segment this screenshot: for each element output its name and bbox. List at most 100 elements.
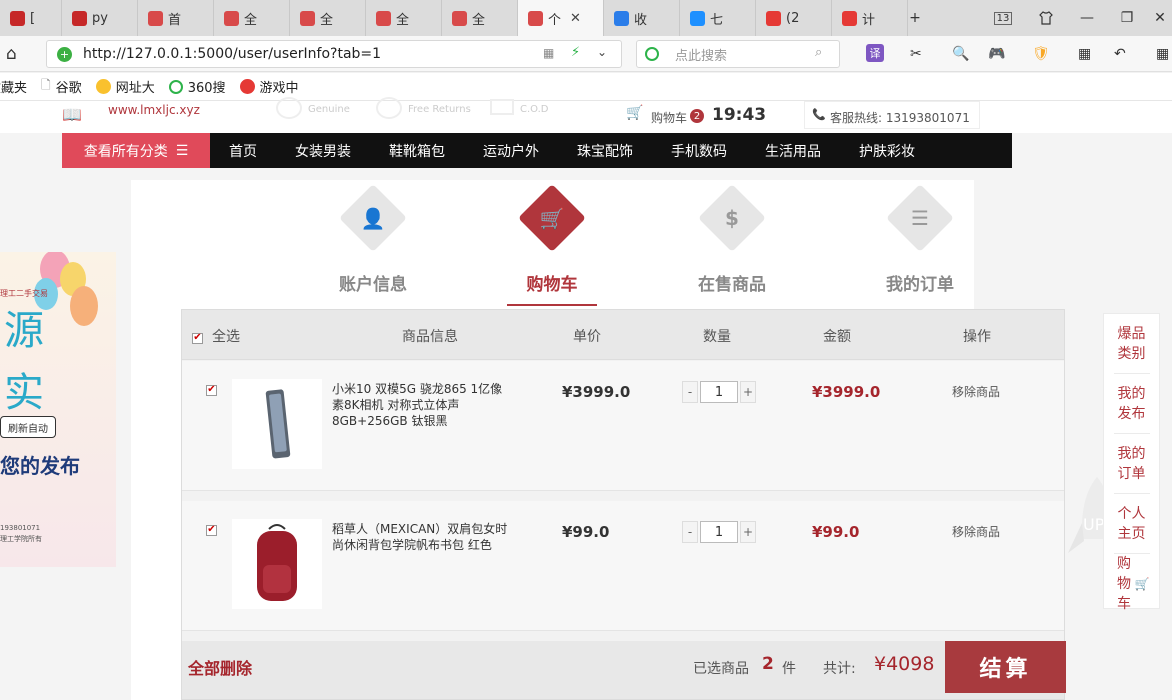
scissors-icon[interactable]: ✂ xyxy=(910,44,922,64)
tab-count-badge[interactable]: 13 xyxy=(990,0,1016,36)
bookmark-url-nav[interactable]: 网址大 xyxy=(95,77,155,96)
select-all-checkbox[interactable]: ✔ xyxy=(192,328,203,344)
nav-clothing[interactable]: 女装男装 xyxy=(276,133,370,168)
tab-account-info[interactable]: 👤 账户信息 xyxy=(313,184,433,295)
browser-tab[interactable]: 首 xyxy=(138,0,214,36)
checkout-button[interactable]: 结算 xyxy=(945,641,1066,693)
product-name[interactable]: 小米10 双模5G 骁龙865 1亿像素8K相机 对称式立体声 8GB+256G… xyxy=(332,381,508,429)
decrement-button[interactable]: - xyxy=(682,381,698,403)
selected-label: 已选商品 xyxy=(693,661,749,677)
quantity-input[interactable]: 1 xyxy=(700,381,738,403)
nav-daily[interactable]: 生活用品 xyxy=(746,133,840,168)
gamepad-icon[interactable]: 🎮 xyxy=(988,44,1005,64)
browser-tab[interactable]: [ xyxy=(0,0,62,36)
nav-shoes-bags[interactable]: 鞋靴箱包 xyxy=(370,133,464,168)
unit-price: ¥3999.0 xyxy=(562,383,631,401)
product-image[interactable] xyxy=(232,379,322,469)
delete-all-button[interactable]: 全部删除 xyxy=(188,655,252,679)
browser-tab[interactable]: 七 xyxy=(680,0,756,36)
csdn-icon xyxy=(10,10,25,26)
search-input[interactable]: 点此搜索 ⌕ xyxy=(636,40,840,68)
browser-tab[interactable]: 全 xyxy=(442,0,518,36)
product-image[interactable] xyxy=(232,519,322,609)
quantity-stepper: - 1 + xyxy=(682,381,756,403)
yi-icon xyxy=(766,10,781,26)
close-window-button[interactable]: ✕ xyxy=(1148,0,1172,36)
item-checkbox[interactable]: ✔ xyxy=(206,381,217,396)
translate-icon[interactable]: 译 xyxy=(866,44,884,62)
browser-tab[interactable]: 个 ✕ xyxy=(518,0,604,36)
increment-button[interactable]: + xyxy=(740,521,756,543)
tab-shopping-cart[interactable]: 🛒 购物车 xyxy=(492,184,612,306)
tab-on-sale[interactable]: $ 在售商品 xyxy=(672,184,792,295)
side-menu-my-orders[interactable]: 我的订单 xyxy=(1113,434,1150,494)
bookmark-label: 360搜 xyxy=(187,81,226,96)
active-tab-underline xyxy=(507,304,597,306)
remove-item-button[interactable]: 移除商品 xyxy=(952,383,1000,400)
browser-tab[interactable]: 计 xyxy=(832,0,908,36)
nav-home[interactable]: 首页 xyxy=(210,133,276,168)
side-menu-my-posts[interactable]: 我的发布 xyxy=(1113,374,1150,434)
quantity-input[interactable]: 1 xyxy=(700,521,738,543)
apps-icon[interactable]: ▦ xyxy=(1156,44,1169,64)
book-logo-icon: 📖 xyxy=(62,105,82,124)
bookmark-favorites[interactable]: 收藏夹 xyxy=(0,77,27,96)
maximize-button[interactable]: ❐ xyxy=(1112,0,1142,36)
balloon-icon xyxy=(70,286,98,326)
nav-digital[interactable]: 手机数码 xyxy=(652,133,746,168)
search-engine-icon[interactable] xyxy=(645,47,659,61)
shield-icon[interactable]: 🛡 xyxy=(1032,44,1050,64)
product-name[interactable]: 稻草人（MEXICAN）双肩包女时尚休闲背包学院帆布书包 红色 xyxy=(332,521,508,553)
side-menu-hot-categories[interactable]: 爆品类别 xyxy=(1113,314,1150,374)
browser-tab[interactable]: py xyxy=(62,0,138,36)
browser-tab[interactable]: 全 xyxy=(366,0,442,36)
cart-glyph: 🛒 xyxy=(539,206,565,230)
side-menu-profile[interactable]: 个人主页 xyxy=(1113,494,1150,554)
banner-big2: 实 xyxy=(4,370,44,416)
nav-sports[interactable]: 运动户外 xyxy=(464,133,558,168)
qr-icon[interactable]: ▦ xyxy=(543,46,554,60)
close-tab-icon[interactable]: ✕ xyxy=(570,11,581,26)
tab-my-orders[interactable]: ☰ 我的订单 xyxy=(860,184,980,295)
bookmark-360-search[interactable]: 360搜 xyxy=(168,77,226,96)
minimize-button[interactable]: — xyxy=(1072,0,1102,36)
item-checkbox[interactable]: ✔ xyxy=(206,521,217,536)
chevron-down-icon[interactable]: ⌄ xyxy=(597,45,607,59)
banner-footer: 理工学院所有 xyxy=(0,535,42,543)
site-url-logo[interactable]: www.lmxljc.xyz xyxy=(108,103,200,117)
bookmark-game-center[interactable]: 游戏中 xyxy=(239,77,299,96)
search-icon[interactable]: ⌕ xyxy=(815,45,822,60)
shirt-icon[interactable] xyxy=(1032,0,1060,36)
all-categories-label: 查看所有分类 xyxy=(83,143,168,160)
lightning-icon[interactable]: ⚡ xyxy=(571,45,580,60)
site-icon xyxy=(224,10,239,26)
header-cart-label[interactable]: 购物车 xyxy=(651,109,687,126)
select-all-label[interactable]: 全选 xyxy=(212,326,240,346)
site-icon xyxy=(376,10,391,26)
undo-icon[interactable]: ↶ xyxy=(1114,44,1126,64)
banner-refresh-button[interactable]: 刷新自动 xyxy=(0,416,56,438)
browser-tab[interactable]: 全 xyxy=(290,0,366,36)
side-menu-cart[interactable]: 购物车 🛒 xyxy=(1114,554,1149,614)
bookmark-google[interactable]: 🗋 谷歌 xyxy=(41,76,82,97)
nav-jewelry[interactable]: 珠宝配饰 xyxy=(558,133,652,168)
promo-banner[interactable]: 理工二手交易 源 实 刷新自动 您的发布 193801071 理工学院所有 xyxy=(0,252,116,567)
browser-tab[interactable]: 全 xyxy=(214,0,290,36)
nav-cosmetics[interactable]: 护肤彩妆 xyxy=(840,133,934,168)
cart-icon[interactable]: 🛒 xyxy=(626,105,643,121)
increment-button[interactable]: + xyxy=(740,381,756,403)
bookmarks-bar: 收藏夹 🗋 谷歌 网址大 360搜 游戏中 xyxy=(0,73,1172,101)
tab-label: 计 xyxy=(862,12,876,28)
all-categories-button[interactable]: 查看所有分类 ☰ xyxy=(62,133,210,168)
new-tab-button[interactable]: + xyxy=(900,0,930,36)
badge-cod: C.O.D xyxy=(520,104,549,115)
browser-tab[interactable]: (2 xyxy=(756,0,832,36)
url-input[interactable]: + http://127.0.0.1:5000/user/userInfo?ta… xyxy=(46,40,622,68)
browser-tab[interactable]: 收 xyxy=(604,0,680,36)
remove-item-button[interactable]: 移除商品 xyxy=(952,523,1000,540)
csdn-icon xyxy=(72,10,87,26)
home-icon[interactable]: ⌂ xyxy=(6,44,17,64)
grid-icon[interactable]: ▦ xyxy=(1078,44,1091,64)
decrement-button[interactable]: - xyxy=(682,521,698,543)
magnifier-icon[interactable]: 🔍 xyxy=(952,44,969,64)
